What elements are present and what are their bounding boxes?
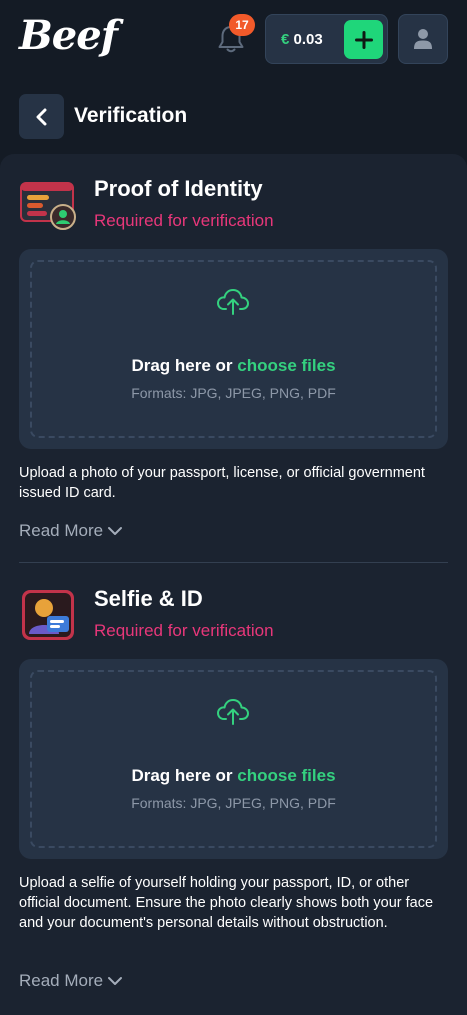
plus-icon (354, 30, 373, 49)
top-header: Beef 17 € 0.03 (0, 0, 467, 80)
upload-dropzone-selfie[interactable]: Drag here or choose files Formats: JPG, … (19, 659, 448, 859)
verification-panel: Proof of Identity Required for verificat… (0, 154, 467, 1015)
section-description: Upload a selfie of yourself holding your… (19, 875, 434, 931)
user-icon (414, 29, 432, 49)
upload-dropzone-identity[interactable]: Drag here or choose files Formats: JPG, … (19, 249, 448, 449)
profile-button[interactable] (398, 14, 448, 64)
balance-value: € 0.03 (281, 31, 323, 48)
cloud-upload-icon (217, 699, 249, 725)
deposit-button[interactable] (344, 20, 383, 59)
chevron-down-icon (108, 527, 123, 535)
accepted-formats-text: Formats: JPG, JPEG, PNG, PDF (131, 385, 336, 401)
cloud-upload-icon (217, 289, 249, 315)
chevron-left-icon (36, 108, 46, 125)
back-button[interactable] (19, 94, 64, 139)
read-more-label: Read More (19, 521, 104, 540)
required-status-label: Required for verification (94, 621, 274, 640)
read-more-toggle-selfie[interactable]: Read More (19, 971, 123, 991)
section-title-selfie-id: Selfie & ID (94, 586, 203, 611)
balance-currency: € (281, 31, 290, 48)
chevron-down-icon (108, 977, 123, 985)
section-description: Upload a photo of your passport, license… (19, 465, 425, 501)
drag-instructions: Drag here or choose files (19, 356, 448, 376)
read-more-label: Read More (19, 971, 104, 990)
drag-here-text: Drag here or (131, 766, 238, 785)
balance-widget[interactable]: € 0.03 (265, 14, 388, 64)
read-more-toggle-identity[interactable]: Read More (19, 521, 123, 541)
notification-count-badge: 17 (229, 14, 255, 36)
selfie-id-icon (19, 588, 77, 642)
choose-files-link[interactable]: choose files (237, 766, 335, 785)
drag-here-text: Drag here or (131, 356, 238, 375)
id-card-icon (19, 179, 77, 233)
section-divider (19, 562, 448, 563)
section-title-proof-of-identity: Proof of Identity (94, 176, 263, 201)
drag-instructions: Drag here or choose files (19, 766, 448, 786)
accepted-formats-text: Formats: JPG, JPEG, PNG, PDF (131, 795, 336, 811)
page-title: Verification (74, 104, 188, 127)
brand-logo[interactable]: Beef (19, 12, 118, 59)
choose-files-link[interactable]: choose files (237, 356, 335, 375)
balance-amount: 0.03 (293, 31, 323, 48)
required-status-label: Required for verification (94, 211, 274, 230)
